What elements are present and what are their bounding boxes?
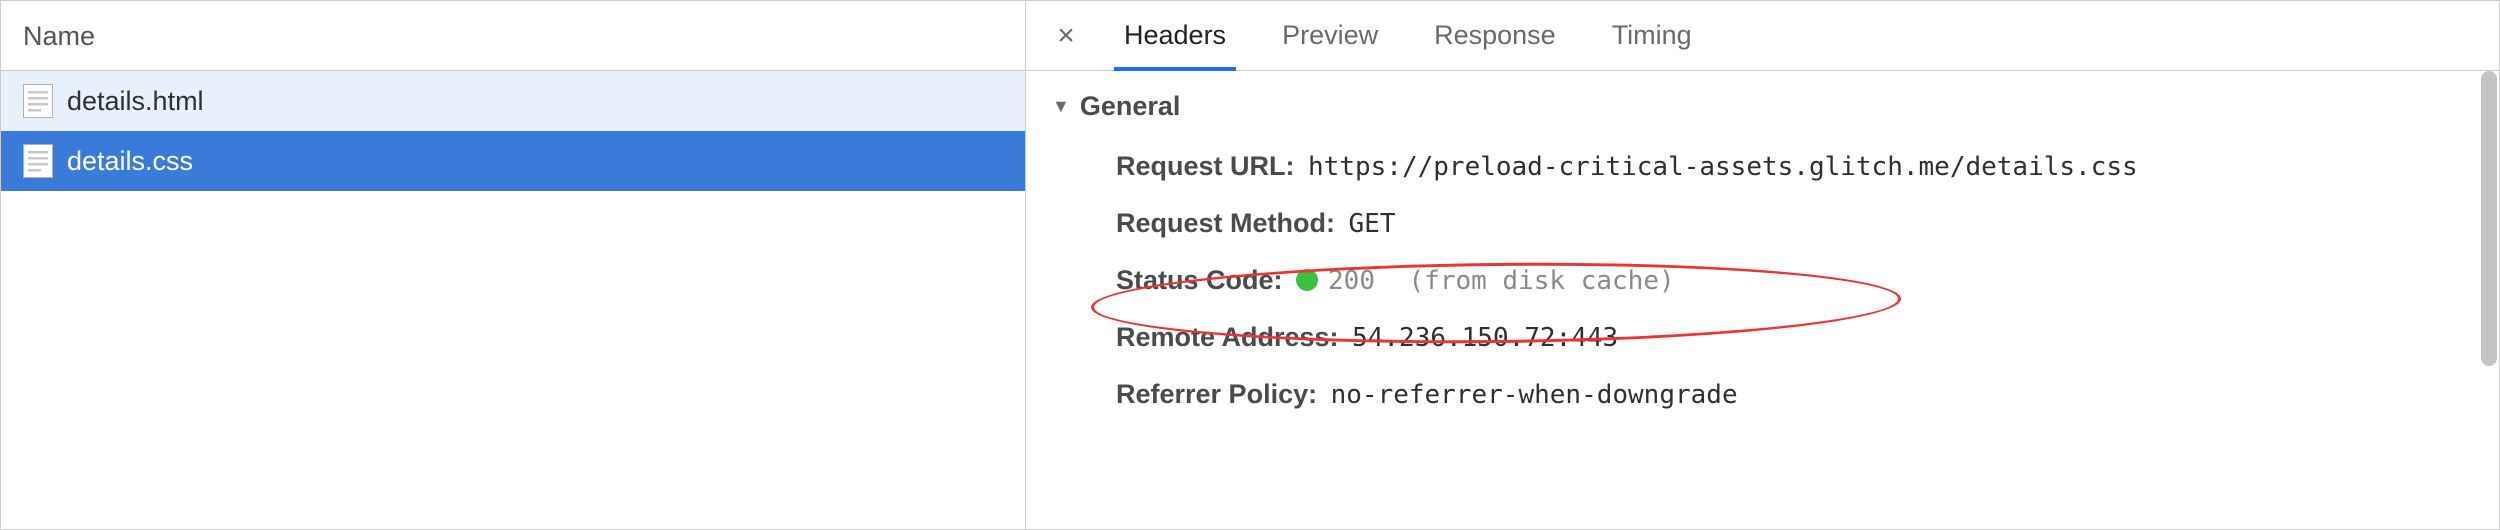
tab-label: Preview	[1282, 20, 1378, 51]
value-remote-address: 54.236.150.72:443	[1352, 323, 1618, 353]
devtools-network-panel: Name details.html	[0, 0, 2500, 530]
request-list: details.html details.css	[1, 71, 1025, 529]
value-referrer-policy: no-referrer-when-downgrade	[1331, 380, 1738, 410]
value-request-url: https://preload-critical-assets.glitch.m…	[1308, 152, 2138, 182]
file-icon	[23, 84, 53, 118]
tab-timing[interactable]: Timing	[1584, 1, 1720, 70]
tab-preview[interactable]: Preview	[1254, 1, 1406, 70]
request-list-header[interactable]: Name	[1, 1, 1025, 71]
request-detail-pane: × Headers Preview Response Timing ▼ Gene…	[1026, 1, 2499, 529]
status-dot-icon	[1296, 269, 1318, 291]
scrollbar-thumb[interactable]	[2481, 71, 2497, 366]
tab-response[interactable]: Response	[1406, 1, 1584, 70]
column-header-name: Name	[23, 21, 95, 51]
chevron-down-icon: ▼	[1052, 96, 1070, 117]
tab-label: Headers	[1124, 20, 1226, 51]
label-remote-address: Remote Address:	[1116, 322, 1339, 352]
vertical-scrollbar[interactable]	[2481, 71, 2497, 529]
request-name: details.html	[67, 86, 204, 117]
detail-tabs: × Headers Preview Response Timing	[1026, 1, 2499, 71]
close-icon[interactable]: ×	[1036, 19, 1096, 53]
request-row[interactable]: details.html	[1, 71, 1025, 131]
tab-label: Timing	[1612, 20, 1692, 51]
file-icon	[23, 144, 53, 178]
value-status-note: (from disk cache)	[1409, 266, 1675, 296]
request-row[interactable]: details.css	[1, 131, 1025, 191]
label-referrer-policy: Referrer Policy:	[1116, 379, 1317, 409]
label-request-method: Request Method:	[1116, 208, 1335, 238]
request-list-pane: Name details.html	[1, 1, 1026, 529]
headers-section-body: ▼ General Request URL: https://preload-c…	[1026, 71, 2499, 529]
request-name: details.css	[67, 146, 193, 177]
label-status-code: Status Code:	[1116, 265, 1283, 295]
value-request-method: GET	[1349, 209, 1396, 239]
section-general-toggle[interactable]: ▼ General	[1052, 91, 2473, 122]
label-request-url: Request URL:	[1116, 151, 1295, 181]
tab-label: Response	[1434, 20, 1556, 51]
tab-headers[interactable]: Headers	[1096, 1, 1254, 70]
row-request-url: Request URL: https://preload-critical-as…	[1052, 138, 2473, 195]
row-referrer-policy: Referrer Policy: no-referrer-when-downgr…	[1052, 366, 2473, 423]
section-title: General	[1080, 91, 1181, 122]
row-request-method: Request Method: GET	[1052, 195, 2473, 252]
value-status-code: 200	[1328, 266, 1375, 296]
row-status-code: Status Code: 200 (from disk cache)	[1052, 252, 2473, 309]
row-remote-address: Remote Address: 54.236.150.72:443	[1052, 309, 2473, 366]
